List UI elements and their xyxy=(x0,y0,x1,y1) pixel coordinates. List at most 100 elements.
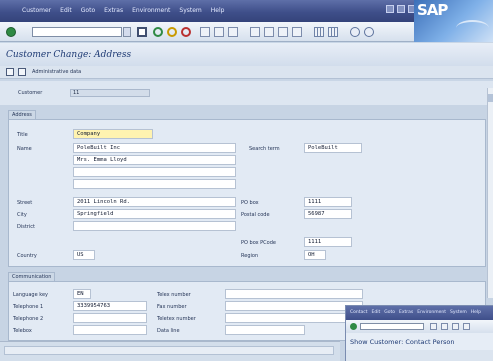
menu-item-extras[interactable]: Extras xyxy=(104,7,123,14)
menu-item-customer[interactable]: Customer xyxy=(22,7,51,14)
telex-number-field[interactable] xyxy=(225,289,363,299)
street-field[interactable]: 2011 Lincoln Rd. xyxy=(73,197,236,207)
title-field[interactable]: Company xyxy=(73,129,153,139)
exit-icon[interactable] xyxy=(167,27,177,37)
name-label: Name xyxy=(17,146,32,152)
overlay-menu-items: Contact Edit Goto Extras Environment Sys… xyxy=(350,310,481,315)
search-term-label: Search term xyxy=(249,146,280,152)
page-title: Customer Change: Address xyxy=(6,50,132,60)
shortcut-icon[interactable] xyxy=(328,27,338,37)
sap-logo-text: SAP xyxy=(417,1,448,19)
enter-check-icon[interactable] xyxy=(6,27,16,37)
city-label: City xyxy=(17,212,27,218)
language-key-label: Language key xyxy=(13,292,49,298)
find-next-icon[interactable] xyxy=(228,27,238,37)
menu-item-system[interactable]: System xyxy=(179,7,201,14)
telephone-1-label: Telephone 1 xyxy=(13,304,44,310)
display-change-icon[interactable] xyxy=(18,68,26,76)
menu-items: Customer Edit Goto Extras Environment Sy… xyxy=(22,7,224,14)
overlay-back-icon[interactable] xyxy=(441,323,448,330)
overlay-exit-icon[interactable] xyxy=(452,323,459,330)
overlay-menu-bar: Contact Edit Goto Extras Environment Sys… xyxy=(346,306,493,320)
telephone-1-field[interactable]: 3339954763 xyxy=(73,301,147,311)
region-field[interactable]: OH xyxy=(304,250,326,260)
command-history-dropdown[interactable] xyxy=(123,27,131,37)
postal-code-label: Postal code xyxy=(241,212,270,218)
teletex-number-field[interactable] xyxy=(225,313,363,323)
back-icon[interactable] xyxy=(153,27,163,37)
address-frame: Title Company Name PoleBuilt Inc Mrs. Em… xyxy=(8,119,486,267)
maximize-icon[interactable] xyxy=(397,5,405,13)
application-toolbar: Administrative data xyxy=(0,66,493,79)
data-line-label: Data line xyxy=(157,328,180,334)
menu-item-help[interactable]: Help xyxy=(211,7,225,14)
overlay-menu-contact[interactable]: Contact xyxy=(350,310,368,315)
country-field[interactable]: US xyxy=(73,250,95,260)
fax-number-field[interactable] xyxy=(225,301,363,311)
overlay-command-field[interactable] xyxy=(360,323,424,330)
language-key-field[interactable]: EN xyxy=(73,289,91,299)
menu-item-edit[interactable]: Edit xyxy=(60,7,72,14)
address-frame-title: Address xyxy=(8,110,36,119)
contact-person-window: Contact Edit Goto Extras Environment Sys… xyxy=(345,305,493,361)
layout-menu-icon[interactable] xyxy=(364,27,374,37)
next-page-icon[interactable] xyxy=(278,27,288,37)
window-controls xyxy=(386,5,416,13)
communication-frame-title: Communication xyxy=(8,272,56,281)
menu-item-goto[interactable]: Goto xyxy=(81,7,95,14)
overlay-cancel-icon[interactable] xyxy=(463,323,470,330)
standard-toolbar xyxy=(0,22,414,42)
overlay-enter-icon[interactable] xyxy=(350,323,357,330)
telebox-label: Telebox xyxy=(13,328,32,334)
overlay-menu-edit[interactable]: Edit xyxy=(372,310,381,315)
city-field[interactable]: Springfield xyxy=(73,209,236,219)
status-message-field xyxy=(4,346,334,355)
telebox-field[interactable] xyxy=(73,325,147,335)
overlay-save-icon[interactable] xyxy=(430,323,437,330)
cancel-icon[interactable] xyxy=(181,27,191,37)
name-field-1[interactable]: PoleBuilt Inc xyxy=(73,143,236,153)
minimize-icon[interactable] xyxy=(386,5,394,13)
street-label: Street xyxy=(17,200,33,206)
name-field-3[interactable] xyxy=(73,167,236,177)
first-page-icon[interactable] xyxy=(250,27,260,37)
other-customer-icon[interactable] xyxy=(6,68,14,76)
telex-number-label: Telex number xyxy=(157,292,191,298)
overlay-menu-help[interactable]: Help xyxy=(471,310,481,315)
customer-label: Customer xyxy=(18,90,43,96)
po-box-pcode-field[interactable]: 1111 xyxy=(304,237,352,247)
overlay-toolbar xyxy=(346,320,493,333)
title-label: Title xyxy=(17,132,28,138)
overlay-menu-system[interactable]: System xyxy=(450,310,467,315)
teletex-number-label: Teletex number xyxy=(157,316,196,322)
previous-page-icon[interactable] xyxy=(264,27,274,37)
district-field[interactable] xyxy=(73,221,236,231)
po-box-field[interactable]: 1111 xyxy=(304,197,352,207)
overlay-menu-extras[interactable]: Extras xyxy=(399,310,413,315)
find-icon[interactable] xyxy=(214,27,224,37)
postal-code-field[interactable]: 56987 xyxy=(304,209,352,219)
customer-row: Customer 11 xyxy=(0,81,493,105)
menu-item-environment[interactable]: Environment xyxy=(132,7,170,14)
overlay-page-title: Show Customer: Contact Person xyxy=(350,338,455,346)
data-line-field[interactable] xyxy=(225,325,305,335)
vertical-scrollbar[interactable] xyxy=(487,88,493,298)
overlay-menu-environment[interactable]: Environment xyxy=(417,310,446,315)
name-field-4[interactable] xyxy=(73,179,236,189)
telephone-2-field[interactable] xyxy=(73,313,147,323)
name-field-2[interactable]: Mrs. Emma Lloyd xyxy=(73,155,236,165)
save-icon[interactable] xyxy=(137,27,147,37)
command-field[interactable] xyxy=(32,27,122,37)
telephone-2-label: Telephone 2 xyxy=(13,316,44,322)
last-page-icon[interactable] xyxy=(292,27,302,37)
help-icon[interactable] xyxy=(350,27,360,37)
fax-number-label: Fax number xyxy=(157,304,187,310)
administrative-data-button[interactable]: Administrative data xyxy=(32,69,81,75)
new-session-icon[interactable] xyxy=(314,27,324,37)
print-icon[interactable] xyxy=(200,27,210,37)
scrollbar-thumb[interactable] xyxy=(488,94,493,102)
overlay-application-toolbar xyxy=(346,350,493,361)
region-label: Region xyxy=(241,253,259,259)
search-term-field[interactable]: PoleBuilt xyxy=(304,143,362,153)
overlay-menu-goto[interactable]: Goto xyxy=(384,310,395,315)
